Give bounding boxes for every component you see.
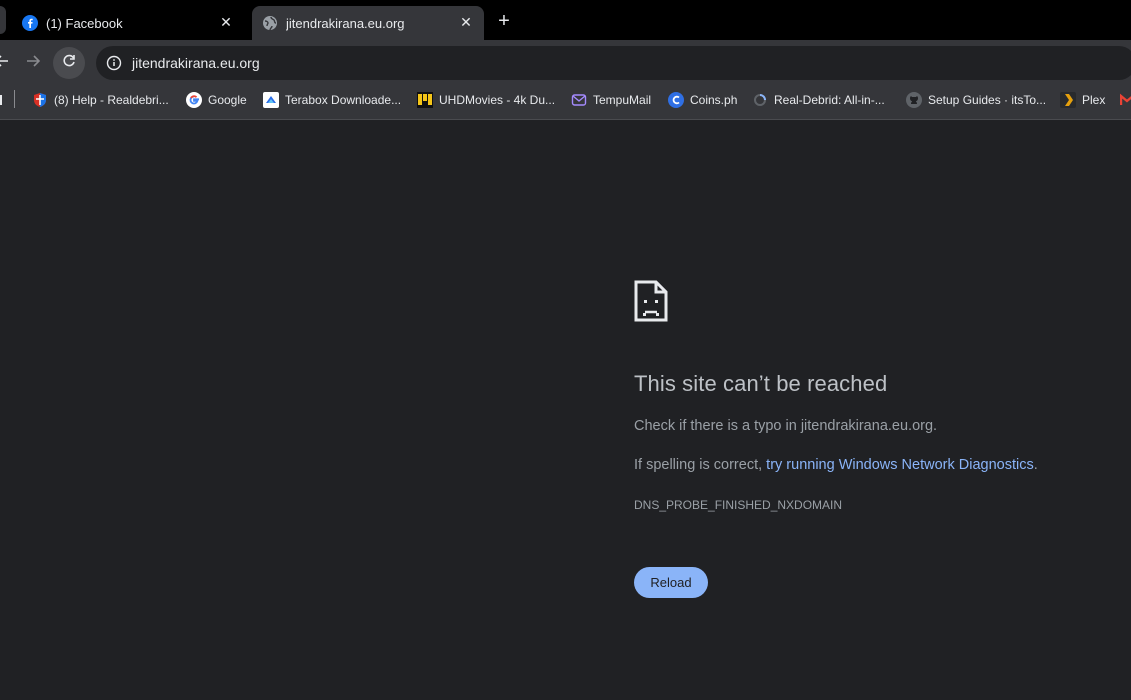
url-text[interactable]: jitendrakirana.eu.org [132, 55, 260, 71]
arrow-right-icon [25, 53, 41, 74]
error-suggestion-typo: Check if there is a typo in jitendrakira… [634, 418, 938, 434]
error-suggestion-diagnostics: If spelling is correct, try running Wind… [634, 457, 1038, 473]
bookmarks-bar: (8) Help - Realdebri... Google Terabox D… [0, 80, 1131, 120]
reload-page-button[interactable] [53, 47, 85, 79]
terabox-icon [263, 92, 279, 108]
sad-page-icon [634, 280, 668, 327]
forward-button[interactable] [17, 47, 49, 79]
diagnostics-suffix: . [1033, 457, 1038, 473]
google-icon [186, 92, 202, 108]
reload-button[interactable]: Reload [634, 567, 708, 598]
close-tab-icon[interactable]: ✕ [218, 14, 234, 30]
mail-icon [571, 92, 587, 108]
close-tab-icon[interactable]: ✕ [458, 14, 474, 30]
bookmark-label: Setup Guides · itsTo... [928, 93, 1047, 107]
bookmark-label: Real-Debrid: All-in-... [774, 93, 885, 107]
uhdmovies-icon [417, 92, 433, 108]
bookmark-realdebrid-allinone[interactable]: Real-Debrid: All-in-... [752, 91, 885, 109]
realdebrid-shield-icon [32, 92, 48, 108]
reload-icon [61, 53, 77, 74]
tab-title: (1) Facebook [46, 15, 123, 31]
gmail-partial-icon [1118, 92, 1131, 108]
bookmark-tempumail[interactable]: TempuMail [571, 91, 651, 109]
bookmark-google[interactable]: Google [186, 91, 247, 109]
bookmark-setup-guides[interactable]: Setup Guides · itsTo... [906, 91, 1046, 109]
bookmark-coinsph[interactable]: Coins.ph [668, 91, 737, 109]
info-icon[interactable] [104, 53, 124, 73]
bookmark-label: Plex [1082, 93, 1106, 107]
bookmark-label: (8) Help - Realdebri... [54, 93, 169, 107]
error-code: DNS_PROBE_FINISHED_NXDOMAIN [634, 498, 843, 512]
coins-icon [668, 92, 684, 108]
globe-icon [262, 15, 278, 31]
tab-strip: (1) Facebook ✕ jitendrakirana.eu.org ✕ + [0, 0, 1131, 40]
plex-icon [1060, 92, 1076, 108]
facebook-icon [22, 15, 38, 31]
error-title: This site can’t be reached [634, 371, 888, 396]
bookmark-partial-icon [0, 92, 10, 108]
previous-tab-edge[interactable] [0, 6, 6, 34]
bookmark-label: Google [208, 93, 247, 107]
realdebrid-spinner-icon [752, 92, 768, 108]
bookmark-realdebrid-help[interactable]: (8) Help - Realdebri... [32, 91, 169, 109]
page-content [0, 121, 1131, 700]
bookmarks-separator [14, 90, 15, 108]
address-bar[interactable]: jitendrakirana.eu.org [96, 46, 1131, 80]
diagnostics-prefix: If spelling is correct, [634, 457, 767, 473]
tab-facebook[interactable]: (1) Facebook ✕ [8, 6, 244, 40]
bookmark-label: Terabox Downloade... [285, 93, 402, 107]
network-diagnostics-link[interactable]: try running Windows Network Diagnostics [766, 457, 1034, 473]
github-icon [906, 92, 922, 108]
bookmark-terabox[interactable]: Terabox Downloade... [263, 91, 401, 109]
tab-jitendrakirana[interactable]: jitendrakirana.eu.org ✕ [252, 6, 484, 40]
bookmark-label: Coins.ph [690, 93, 738, 107]
bookmark-overflow-right[interactable] [1118, 91, 1131, 109]
bookmark-uhdmovies[interactable]: UHDMovies - 4k Du... [417, 91, 555, 109]
bookmark-label: UHDMovies - 4k Du... [439, 93, 556, 107]
back-button[interactable] [0, 47, 18, 79]
bookmark-label: TempuMail [593, 93, 652, 107]
bookmark-plex[interactable]: Plex [1060, 91, 1105, 109]
tab-title: jitendrakirana.eu.org [286, 15, 405, 31]
arrow-left-icon [0, 53, 10, 74]
new-tab-button[interactable]: + [494, 10, 514, 32]
